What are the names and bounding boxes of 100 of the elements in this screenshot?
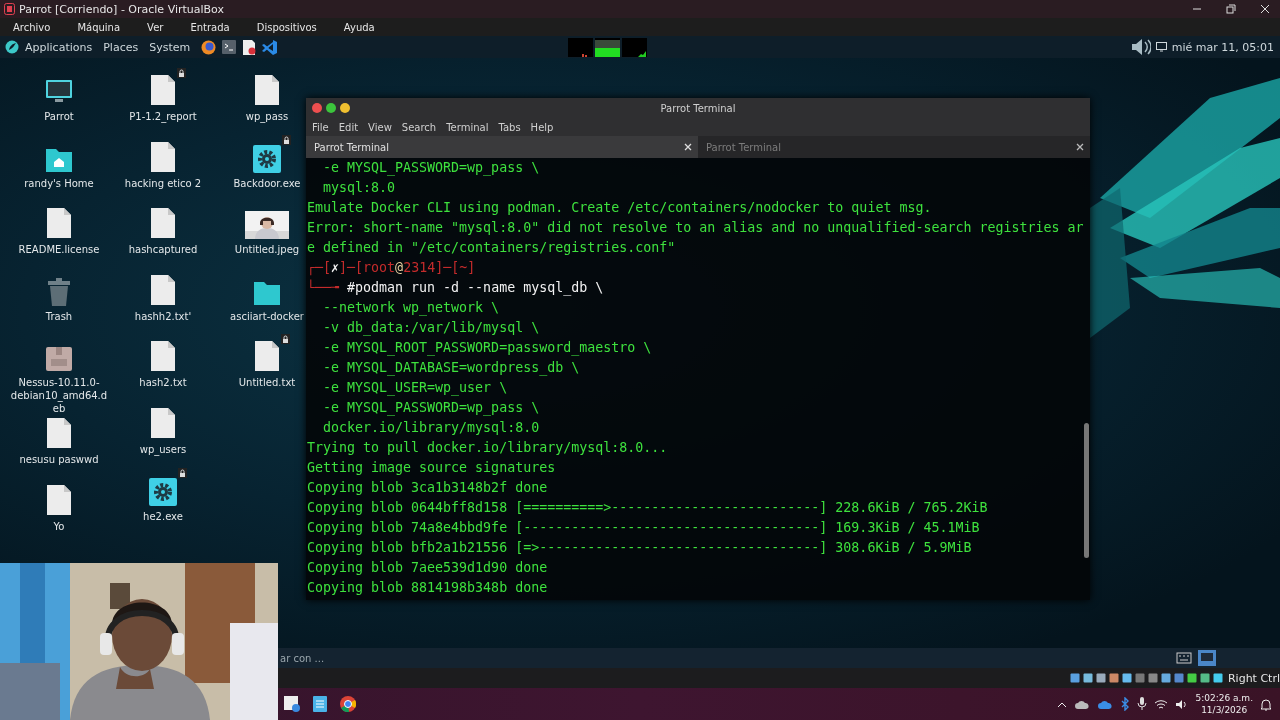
menu-item[interactable]: Tabs <box>498 121 521 133</box>
scrollbar-thumb[interactable] <box>1084 423 1089 558</box>
icon-label[interactable]: wp_pass <box>245 110 289 123</box>
display-icon[interactable] <box>1155 42 1167 52</box>
home-folder-icon <box>45 146 73 173</box>
device-status-icon[interactable] <box>1108 673 1119 683</box>
device-status-icon[interactable] <box>1082 673 1093 683</box>
volume-icon[interactable] <box>1130 38 1151 56</box>
close-icon[interactable] <box>1076 143 1084 151</box>
panel-menu[interactable]: Places <box>103 40 139 54</box>
prompt-line: ┌─[✗]─[root@2314]─[~] <box>306 259 476 278</box>
device-status-icon[interactable] <box>1212 673 1223 683</box>
file-icon <box>150 273 176 306</box>
icon-label[interactable]: asciiart-docker <box>230 309 304 323</box>
status-hint: ar con ... <box>280 652 325 664</box>
volume-icon[interactable] <box>1175 698 1189 710</box>
icon-label[interactable]: Yo <box>53 519 65 533</box>
browser-icon[interactable] <box>201 39 217 55</box>
menu-item[interactable]: Edit <box>338 121 359 133</box>
file-icon <box>150 74 176 106</box>
file-icon <box>150 340 176 373</box>
restore-icon[interactable] <box>1226 4 1236 14</box>
device-status-icon[interactable] <box>1186 673 1197 683</box>
icon-label[interactable]: hacking etico 2 <box>124 176 202 190</box>
keyboard-icon[interactable] <box>1176 650 1192 666</box>
icon-label[interactable]: Nessus-10.11.0-debian10_amd64.deb <box>9 376 109 416</box>
document-icon[interactable] <box>242 39 257 55</box>
browser-icon[interactable] <box>340 696 356 712</box>
menu-item[interactable]: Entrada <box>190 21 230 33</box>
chevron-up-icon[interactable] <box>1057 700 1068 708</box>
cloud-icon[interactable] <box>1097 698 1114 710</box>
icon-label[interactable]: README.license <box>18 243 100 257</box>
taskbar-date[interactable]: 11/3/2026 <box>1201 704 1248 716</box>
terminal-line: -e MYSQL_USER=wp_user \ <box>322 379 508 398</box>
file-icon <box>150 140 176 173</box>
menu-item[interactable]: Máquina <box>77 21 121 33</box>
icon-label[interactable]: hashcaptured <box>128 243 198 257</box>
icon-label[interactable]: Parrot <box>44 110 74 123</box>
icon-label[interactable]: hash2.txt <box>139 376 187 390</box>
icon-label[interactable]: he2.exe <box>143 509 183 523</box>
menu-item[interactable]: Search <box>401 121 437 133</box>
terminal-icon[interactable] <box>222 40 237 54</box>
icon-label[interactable]: randy's Home <box>24 176 94 190</box>
window-title: Parrot Terminal <box>660 102 736 114</box>
bluetooth-icon[interactable] <box>1120 697 1131 711</box>
icon-label[interactable]: Untitled.jpeg <box>234 243 300 257</box>
app-icon[interactable] <box>284 696 300 712</box>
file-icon <box>46 417 72 450</box>
menu-item[interactable]: Ayuda <box>343 21 375 33</box>
screen-icon[interactable] <box>1198 650 1216 666</box>
terminal-line: Copying blob 8814198b348b done <box>306 579 548 597</box>
parrot-logo-icon[interactable] <box>5 40 19 54</box>
terminal-tab[interactable]: Parrot Terminal <box>306 136 698 158</box>
icon-label[interactable]: Backdoor.exe <box>233 176 301 190</box>
icon-label[interactable]: Untitled.txt <box>238 376 296 390</box>
terminal-line: Copying blob 74a8e4bbd9fe [-------------------------------------] 169.3KiB / 45.1MiB <box>306 519 980 537</box>
terminal-line: Copying blob 3ca1b3148b2f done <box>306 479 548 497</box>
device-status-icon[interactable] <box>1147 673 1158 683</box>
icon-label[interactable]: P1-1.2_report <box>129 110 197 123</box>
close-icon[interactable] <box>1260 4 1270 14</box>
panel-menu[interactable]: Applications <box>25 40 93 54</box>
gear-icon <box>149 477 177 506</box>
microphone-icon[interactable] <box>1137 697 1148 711</box>
icon-label[interactable]: Trash <box>45 309 73 323</box>
terminal-line: Trying to pull docker.io/library/mysql:8.0... <box>306 439 668 457</box>
device-status-icon[interactable] <box>1173 673 1184 683</box>
menu-item[interactable]: Ver <box>147 21 164 33</box>
device-status-icon[interactable] <box>1095 673 1106 683</box>
wifi-icon[interactable] <box>1154 698 1169 710</box>
memory-graph <box>595 37 621 57</box>
icon-label[interactable]: wp_users <box>139 442 187 456</box>
menu-item[interactable]: Archivo <box>13 21 51 33</box>
terminal-line: -e MYSQL_PASSWORD=wp_pass \ <box>322 399 540 418</box>
menu-item[interactable]: View <box>368 121 392 133</box>
file-icon <box>254 74 280 106</box>
cloud-icon[interactable] <box>1074 698 1091 710</box>
panel-clock[interactable]: mié mar 11, 05:01 <box>1171 40 1274 54</box>
taskbar-time[interactable]: 5:02:26 a.m. <box>1195 692 1253 704</box>
terminal-line: -v db_data:/var/lib/mysql \ <box>322 319 540 338</box>
maximize-button[interactable] <box>326 103 336 113</box>
menu-item[interactable]: Terminal <box>446 121 489 133</box>
notification-icon[interactable] <box>1260 697 1272 711</box>
folder-icon <box>253 279 281 306</box>
device-status-icon[interactable] <box>1199 673 1210 683</box>
device-status-icon[interactable] <box>1069 673 1080 683</box>
device-status-icon[interactable] <box>1134 673 1145 683</box>
menu-item[interactable]: Dispositivos <box>256 21 317 33</box>
code-editor-icon[interactable] <box>262 39 278 55</box>
icon-label[interactable]: hashh2.txt' <box>134 309 192 323</box>
gear-icon <box>253 144 281 173</box>
close-icon[interactable] <box>684 143 692 151</box>
device-status-icon[interactable] <box>1160 673 1171 683</box>
minimize-button[interactable] <box>340 103 350 113</box>
icon-label[interactable]: nesusu paswwd <box>19 453 99 467</box>
menu-item[interactable]: Help <box>530 121 554 133</box>
device-status-icon[interactable] <box>1121 673 1132 683</box>
menu-item[interactable]: File <box>312 121 329 133</box>
panel-menu[interactable]: System <box>149 40 191 54</box>
terminal-line: Emulate Docker CLI using podman. Create /etc/containers/nodocker to quiet msg. <box>306 199 932 217</box>
terminal-line: -e MYSQL_PASSWORD=wp_pass \ <box>322 159 540 178</box>
